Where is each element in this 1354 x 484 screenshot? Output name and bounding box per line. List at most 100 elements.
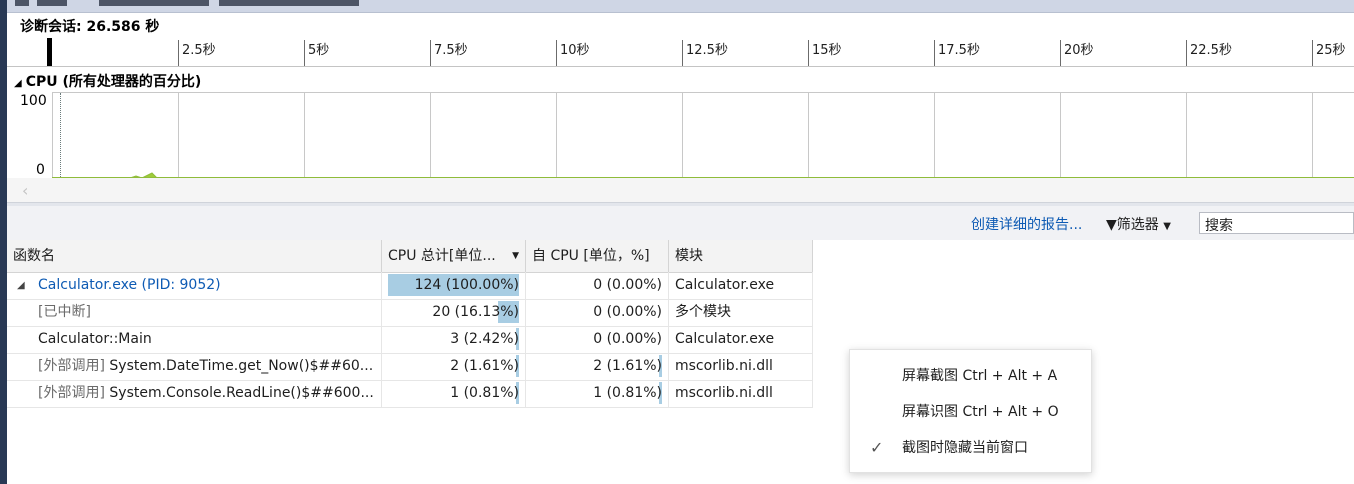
cpu-total-value: 1 (0.81%) — [450, 385, 519, 401]
ruler-tick — [178, 40, 179, 66]
scroll-left-icon[interactable]: ‹ — [22, 181, 28, 200]
ruler-tick — [1186, 40, 1187, 66]
table-header: 函数名 CPU 总计[单位... ▼ 自 CPU [单位，%] 模块 — [7, 240, 813, 273]
graph-gridline — [1186, 93, 1187, 179]
sort-descending-icon: ▼ — [512, 251, 519, 261]
graph-gridline — [556, 93, 557, 179]
expand-triangle-icon[interactable]: ◢ — [17, 272, 25, 299]
chevron-down-icon: ▼ — [1163, 221, 1171, 232]
graph-gridline — [52, 93, 53, 179]
menu-item-label: 屏幕截图 Ctrl + Alt + A — [902, 368, 1058, 384]
cpu-total-cell: 1 (0.81%) — [382, 380, 526, 407]
graph-gridline — [178, 93, 179, 179]
graph-scroll-area[interactable] — [7, 178, 1354, 202]
module-cell: Calculator.exe — [669, 326, 813, 353]
graph-gridline — [808, 93, 809, 179]
ruler-label: 22.5秒 — [1190, 43, 1232, 58]
cpu-section-title: CPU (所有处理器的百分比) — [25, 74, 202, 90]
ruler-tick — [304, 40, 305, 66]
ruler-tick — [430, 40, 431, 66]
cpu-total-value: 124 (100.00%) — [414, 277, 519, 293]
graph-gridline — [430, 93, 431, 179]
self-cpu-value: 2 (1.61%) — [593, 358, 662, 374]
ruler-label: 2.5秒 — [182, 43, 216, 58]
function-name: System.DateTime.get_Now()$##60... — [109, 358, 374, 374]
ruler-divider — [7, 66, 1354, 67]
column-header-module[interactable]: 模块 — [669, 240, 813, 272]
funnel-icon: ▼ — [1106, 217, 1117, 233]
timeline-cursor[interactable] — [47, 38, 52, 66]
column-header-function[interactable]: 函数名 — [7, 240, 382, 272]
table-row[interactable]: ◢ Calculator.exe (PID: 9052) 124 (100.00%… — [7, 272, 813, 300]
graph-gridline — [304, 93, 305, 179]
toolbar-icon[interactable] — [15, 0, 29, 6]
function-cell: [外部调用] System.DateTime.get_Now()$##60... — [7, 353, 382, 380]
graph-gridline — [682, 93, 683, 179]
cpu-total-cell: 3 (2.42%) — [382, 326, 526, 353]
self-cpu-value: 1 (0.81%) — [593, 385, 662, 401]
self-cpu-value: 0 (0.00%) — [593, 331, 662, 347]
graph-gridline — [1312, 93, 1313, 179]
toolbar-icon[interactable] — [219, 0, 359, 6]
session-duration: 诊断会话: 26.586 秒 — [20, 19, 160, 35]
menu-item-hide-window[interactable]: ✓ 截图时隐藏当前窗口 — [850, 430, 1091, 466]
cpu-usage-graph[interactable] — [52, 92, 1354, 179]
table-row[interactable]: [外部调用] System.Console.ReadLine()$##600..… — [7, 380, 813, 408]
create-report-link[interactable]: 创建详细的报告... — [971, 214, 1082, 234]
self-cpu-value: 0 (0.00%) — [593, 304, 662, 320]
cpu-total-cell: 2 (1.61%) — [382, 353, 526, 380]
context-menu: 屏幕截图 Ctrl + Alt + A 屏幕识图 Ctrl + Alt + O … — [849, 349, 1092, 473]
ruler-label: 25秒 — [1316, 43, 1346, 58]
menu-item-label: 截图时隐藏当前窗口 — [902, 440, 1028, 456]
table-row[interactable]: [已中断] 20 (16.13%) 0 (0.00%) 多个模块 — [7, 299, 813, 327]
ruler-label: 17.5秒 — [938, 43, 980, 58]
column-header-self-cpu[interactable]: 自 CPU [单位，%] — [526, 240, 669, 272]
ruler-label: 15秒 — [812, 43, 842, 58]
toolbar-icon[interactable] — [37, 0, 67, 6]
timeline-ruler[interactable]: 2.5秒 5秒 7.5秒 10秒 12.5秒 15秒 17.5秒 20秒 22.… — [7, 38, 1354, 66]
y-axis-max: 100 — [20, 93, 47, 109]
column-header-cpu-total-label: CPU 总计[单位... — [388, 248, 496, 264]
self-cpu-cell: 2 (1.61%) — [526, 353, 669, 380]
top-toolbar — [7, 0, 1354, 13]
menu-item-screen-recognize[interactable]: 屏幕识图 Ctrl + Alt + O — [850, 394, 1091, 430]
function-cell: ◢ Calculator.exe (PID: 9052) — [7, 272, 382, 299]
cpu-total-value: 3 (2.42%) — [450, 331, 519, 347]
module-cell: mscorlib.ni.dll — [669, 380, 813, 407]
ruler-tick — [808, 40, 809, 66]
cpu-total-cell: 20 (16.13%) — [382, 299, 526, 326]
table-row[interactable]: Calculator::Main 3 (2.42%) 0 (0.00%) Cal… — [7, 326, 813, 354]
toolbar-icon[interactable] — [99, 0, 209, 6]
module-cell: Calculator.exe — [669, 272, 813, 299]
cpu-total-cell: 124 (100.00%) — [382, 272, 526, 299]
checkmark-icon: ✓ — [870, 438, 884, 457]
filter-button-label: 筛选器 — [1116, 217, 1159, 233]
ruler-tick — [934, 40, 935, 66]
ruler-tick — [682, 40, 683, 66]
cpu-section-header[interactable]: ◢ CPU (所有处理器的百分比) — [14, 71, 201, 91]
menu-item-label: 屏幕识图 Ctrl + Alt + O — [902, 404, 1059, 420]
ruler-label: 12.5秒 — [686, 43, 728, 58]
menu-item-screenshot[interactable]: 屏幕截图 Ctrl + Alt + A — [850, 358, 1091, 394]
function-cell: [已中断] — [7, 299, 382, 326]
function-cell: [外部调用] System.Console.ReadLine()$##600..… — [7, 380, 382, 407]
filter-button[interactable]: ▼筛选器 ▼ — [1106, 214, 1171, 234]
ruler-label: 7.5秒 — [434, 43, 468, 58]
search-input[interactable]: 搜索 — [1199, 212, 1354, 234]
column-header-cpu-total[interactable]: CPU 总计[单位... ▼ — [382, 240, 526, 272]
collapse-triangle-icon[interactable]: ◢ — [14, 78, 22, 89]
graph-gridline — [1060, 93, 1061, 179]
function-cell: Calculator::Main — [7, 326, 382, 353]
self-cpu-cell: 1 (0.81%) — [526, 380, 669, 407]
y-axis-min: 0 — [36, 162, 45, 178]
module-cell: 多个模块 — [669, 299, 813, 326]
window-edge — [0, 0, 7, 484]
self-cpu-cell: 0 (0.00%) — [526, 272, 669, 299]
function-name: [已中断] — [38, 304, 91, 320]
external-call-prefix: [外部调用] — [38, 385, 105, 401]
table-row[interactable]: [外部调用] System.DateTime.get_Now()$##60...… — [7, 353, 813, 381]
ruler-tick — [556, 40, 557, 66]
ruler-tick — [1312, 40, 1313, 66]
cpu-total-value: 20 (16.13%) — [432, 304, 519, 320]
function-name: Calculator.exe (PID: 9052) — [38, 277, 221, 293]
